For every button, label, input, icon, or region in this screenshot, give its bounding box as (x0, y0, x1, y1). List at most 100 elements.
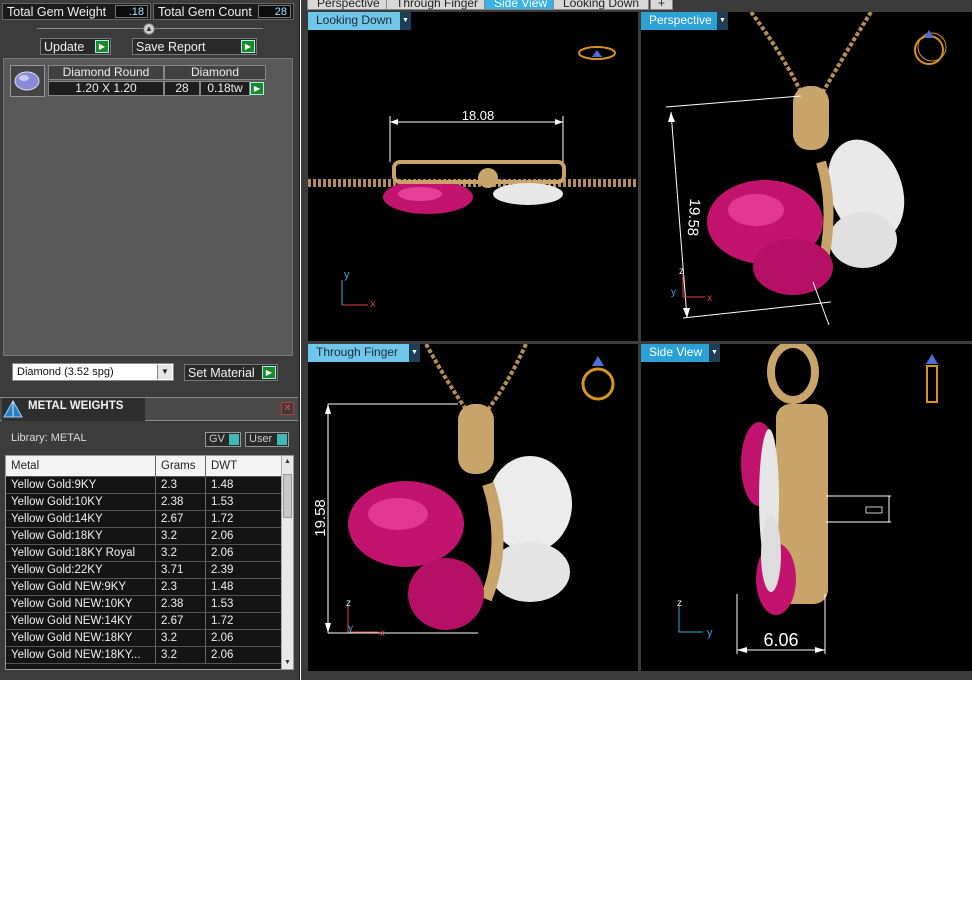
viewport-label-through-finger[interactable]: Through Finger ▼ (308, 344, 420, 362)
table-row[interactable]: Yellow Gold:18KY 3.2 2.06 (6, 528, 282, 545)
update-button[interactable]: Update ▶ (40, 38, 111, 55)
scroll-thumb[interactable] (283, 474, 292, 518)
total-gem-count-value: 28 (258, 5, 291, 18)
cell-grams: 3.2 (156, 528, 206, 545)
set-material-button[interactable]: Set Material ▶ (184, 364, 278, 381)
column-header-dwt[interactable]: DWT (206, 456, 282, 477)
dropdown-arrow-icon[interactable]: ▼ (400, 12, 411, 30)
cell-metal: Yellow Gold:14KY (6, 511, 156, 528)
axis-y-label: y (344, 269, 350, 281)
dropdown-arrow-icon[interactable]: ▼ (157, 365, 172, 379)
scroll-down-icon[interactable]: ▼ (282, 657, 293, 669)
cell-dwt: 1.72 (206, 511, 282, 528)
tab-through-finger[interactable]: Through Finger (386, 0, 489, 10)
tab-perspective[interactable]: Perspective (307, 0, 390, 10)
cell-grams: 2.38 (156, 596, 206, 613)
cell-dwt: 2.06 (206, 545, 282, 562)
table-row[interactable]: Yellow Gold NEW:9KY 2.3 1.48 (6, 579, 282, 596)
gem-weight: 0.18tw (200, 81, 250, 96)
cell-metal: Yellow Gold NEW:14KY (6, 613, 156, 630)
toggle-indicator (277, 434, 287, 445)
dropdown-arrow-icon[interactable]: ▼ (717, 12, 728, 30)
table-row[interactable]: Yellow Gold NEW:14KY 2.67 1.72 (6, 613, 282, 630)
viewport-through-finger[interactable]: Through Finger ▼ 19.58 z y x (308, 344, 638, 671)
viewport-perspective[interactable]: Perspective ▼ 19.58 z y x (641, 12, 972, 341)
table-row[interactable]: Yellow Gold NEW:18KY... 3.2 2.06 (6, 647, 282, 664)
column-header-grams[interactable]: Grams (156, 456, 206, 477)
cell-grams: 2.3 (156, 579, 206, 596)
cell-dwt: 1.53 (206, 596, 282, 613)
material-select-value: Diamond (3.52 spg) (17, 366, 114, 378)
cell-grams: 2.67 (156, 511, 206, 528)
table-row[interactable]: Yellow Gold:18KY Royal 3.2 2.06 (6, 545, 282, 562)
table-row[interactable]: Yellow Gold:14KY 2.67 1.72 (6, 511, 282, 528)
cell-grams: 2.3 (156, 477, 206, 494)
cell-grams: 3.2 (156, 630, 206, 647)
add-tab-icon[interactable]: + (650, 0, 674, 10)
dimension-height: 19.58 (312, 499, 329, 537)
table-row[interactable]: Yellow Gold NEW:10KY 2.38 1.53 (6, 596, 282, 613)
material-select[interactable]: Diamond (3.52 spg) ▼ (12, 363, 174, 381)
viewport-title: Looking Down (316, 13, 393, 27)
axis-y-label: y (707, 627, 713, 639)
diamond-round-icon[interactable] (10, 65, 45, 97)
table-row[interactable]: Yellow Gold:22KY 3.71 2.39 (6, 562, 282, 579)
gem-size: 1.20 X 1.20 (48, 81, 164, 96)
metal-weights-icon (3, 399, 23, 418)
ring-orientation-icon (914, 30, 947, 65)
metal-weights-scrollbar[interactable]: ▲ ▼ (281, 456, 293, 669)
total-gem-weight-box: Total Gem Weight .18 (2, 3, 151, 20)
gem-type: Diamond (164, 65, 266, 80)
cell-metal: Yellow Gold NEW:18KY (6, 630, 156, 647)
user-toggle[interactable]: User (245, 432, 289, 447)
library-label: Library: METAL (11, 432, 87, 444)
table-row[interactable]: Yellow Gold NEW:18KY 3.2 2.06 (6, 630, 282, 647)
gem-detail-button[interactable]: ▶ (250, 82, 264, 95)
collapse-icon[interactable]: ▲ (143, 23, 155, 35)
cell-grams: 2.38 (156, 494, 206, 511)
tab-side-view[interactable]: Side View (484, 0, 558, 10)
play-arrow-icon: ▶ (241, 40, 255, 53)
cell-metal: Yellow Gold NEW:18KY... (6, 647, 156, 664)
viewport-label-side-view[interactable]: Side View ▼ (641, 344, 720, 362)
table-row[interactable]: Yellow Gold:9KY 2.3 1.48 (6, 477, 282, 494)
close-icon[interactable]: ✕ (281, 402, 294, 415)
viewport-side-view[interactable]: Side View ▼ 6.06 z y (641, 344, 972, 671)
cell-grams: 2.67 (156, 613, 206, 630)
cell-dwt: 1.53 (206, 494, 282, 511)
cell-metal: Yellow Gold:9KY (6, 477, 156, 494)
update-label: Update (44, 39, 85, 54)
viewport-label-perspective[interactable]: Perspective ▼ (641, 12, 728, 30)
cell-dwt: 2.06 (206, 528, 282, 545)
gv-label: GV (209, 433, 225, 445)
viewport-looking-down[interactable]: Looking Down ▼ 18.08 y x (308, 12, 638, 341)
viewport-area: Perspective Through Finger Side View Loo… (301, 0, 972, 680)
tab-looking-down[interactable]: Looking Down (553, 0, 650, 10)
cell-grams: 3.2 (156, 647, 206, 664)
gv-toggle[interactable]: GV (205, 432, 241, 447)
metal-weights-title: METAL WEIGHTS (28, 400, 124, 412)
table-header: Metal Grams DWT (6, 456, 282, 477)
dropdown-arrow-icon[interactable]: ▼ (709, 344, 720, 362)
dropdown-arrow-icon[interactable]: ▼ (409, 344, 420, 362)
viewport-label-looking-down[interactable]: Looking Down ▼ (308, 12, 411, 30)
user-label: User (249, 433, 273, 445)
save-report-button[interactable]: Save Report ▶ (132, 38, 257, 55)
set-material-label: Set Material (188, 365, 255, 380)
save-report-label: Save Report (136, 39, 206, 54)
gem-list: Diamond Round Diamond 1.20 X 1.20 28 0.1… (3, 58, 293, 356)
render-through-finger: 19.58 z y x (312, 344, 615, 639)
table-row[interactable]: Yellow Gold:10KY 2.38 1.53 (6, 494, 282, 511)
total-gem-count-label: Total Gem Count (158, 4, 252, 19)
cell-dwt: 2.06 (206, 647, 282, 664)
cell-metal: Yellow Gold:22KY (6, 562, 156, 579)
cell-dwt: 2.39 (206, 562, 282, 579)
empty-area (0, 680, 972, 918)
ring-orientation-icon (926, 354, 938, 403)
axis-y-label: y (348, 623, 353, 634)
scroll-up-icon[interactable]: ▲ (282, 456, 293, 468)
cell-metal: Yellow Gold:10KY (6, 494, 156, 511)
viewport-title: Through Finger (316, 345, 399, 359)
dimension-depth: 6.06 (763, 630, 798, 650)
column-header-metal[interactable]: Metal (6, 456, 156, 477)
